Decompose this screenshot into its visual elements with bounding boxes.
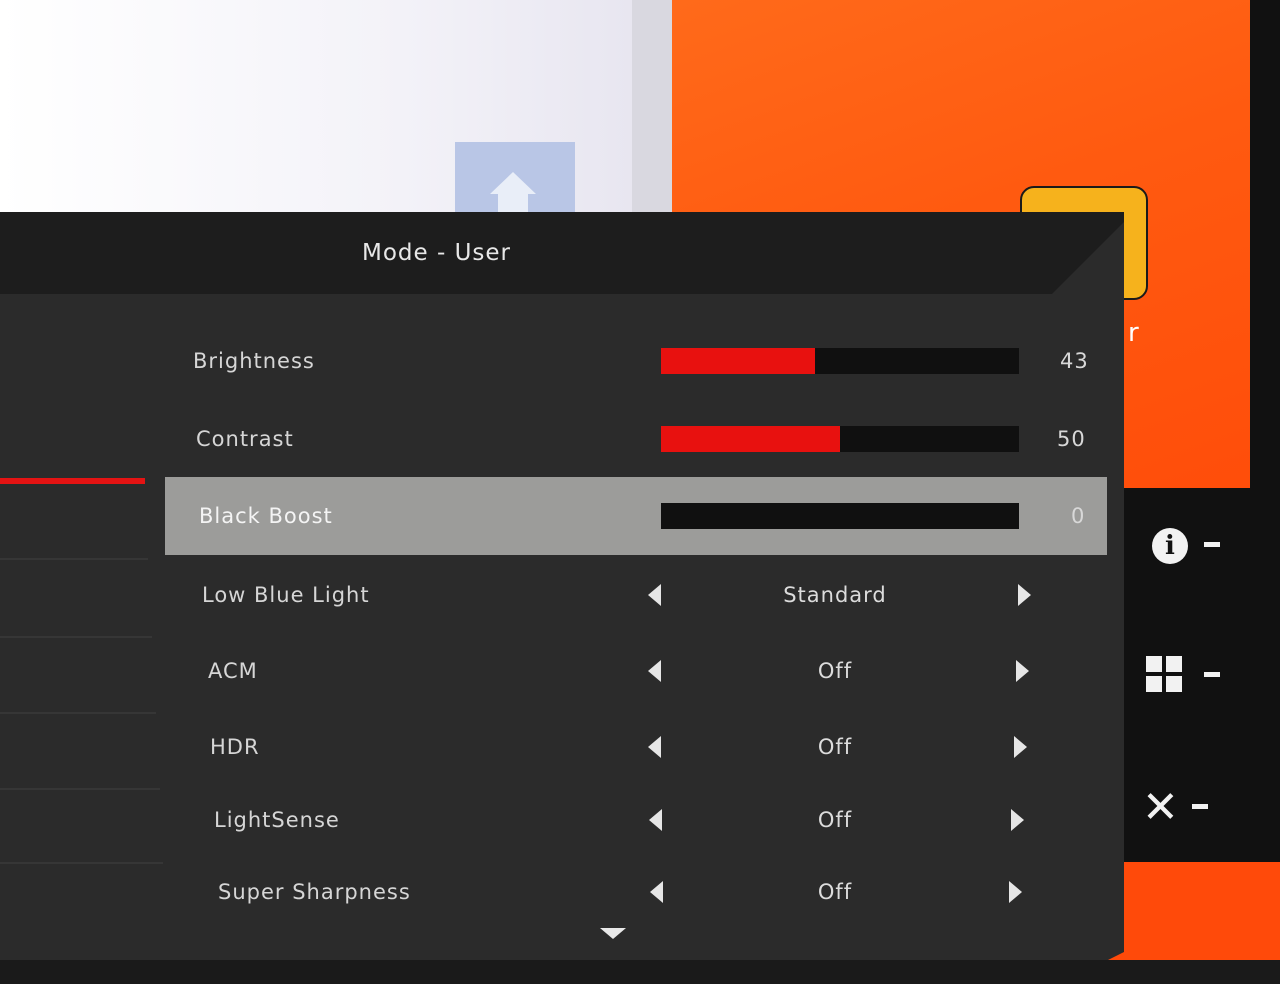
setting-value: Off bbox=[817, 808, 853, 832]
category-divider bbox=[0, 636, 152, 638]
arrow-left-icon[interactable] bbox=[648, 736, 661, 758]
setting-value: Off bbox=[817, 880, 853, 904]
slider-fill bbox=[661, 348, 815, 374]
setting-value: 43 bbox=[1060, 349, 1089, 373]
selected-category-indicator bbox=[0, 478, 145, 484]
arrow-left-icon[interactable] bbox=[648, 660, 661, 682]
setting-label: Black Boost bbox=[199, 504, 333, 528]
setting-value: Off bbox=[817, 659, 853, 683]
setting-label: Low Blue Light bbox=[202, 583, 370, 607]
arrow-right-icon[interactable] bbox=[1014, 736, 1027, 758]
arrow-right-icon[interactable] bbox=[1016, 660, 1029, 682]
osd-category-column: s to... bbox=[0, 294, 165, 960]
arrow-left-icon[interactable] bbox=[650, 881, 663, 903]
mode-button-hint[interactable] bbox=[1132, 646, 1272, 706]
setting-value: Standard bbox=[783, 583, 887, 607]
arrow-left-icon[interactable] bbox=[648, 584, 661, 606]
dash-icon bbox=[1204, 672, 1220, 677]
dash-icon bbox=[1204, 542, 1220, 547]
desktop-wallpaper-bottom bbox=[1108, 862, 1280, 960]
slider-fill bbox=[661, 426, 840, 452]
setting-value: 50 bbox=[1057, 427, 1086, 451]
scroll-down-icon[interactable] bbox=[600, 928, 626, 939]
contrast-slider[interactable] bbox=[661, 426, 1019, 452]
monitor-bezel bbox=[1250, 0, 1280, 488]
setting-label: Brightness bbox=[193, 349, 315, 373]
brightness-slider[interactable] bbox=[661, 348, 1019, 374]
setting-label: Contrast bbox=[196, 427, 294, 451]
setting-label: Super Sharpness bbox=[218, 880, 411, 904]
setting-row-brightness[interactable]: Brightness 43 bbox=[165, 322, 1107, 400]
window-edge bbox=[632, 0, 672, 215]
category-divider bbox=[0, 558, 148, 560]
desktop-icon-caption: r bbox=[1128, 318, 1139, 348]
setting-row-contrast[interactable]: Contrast 50 bbox=[165, 400, 1107, 478]
osd-header: Mode - User bbox=[0, 212, 1124, 294]
setting-row-acm[interactable]: ACM Off bbox=[165, 632, 1107, 710]
category-divider bbox=[0, 788, 160, 790]
arrow-right-icon[interactable] bbox=[1018, 584, 1031, 606]
osd-title: Mode - User bbox=[362, 240, 512, 266]
close-icon: ✕ bbox=[1142, 782, 1179, 833]
setting-label: LightSense bbox=[214, 808, 340, 832]
setting-row-low-blue-light[interactable]: Low Blue Light Standard bbox=[165, 556, 1107, 634]
arrow-right-icon[interactable] bbox=[1009, 881, 1022, 903]
setting-row-lightsense[interactable]: LightSense Off bbox=[165, 781, 1107, 859]
setting-row-hdr[interactable]: HDR Off bbox=[165, 708, 1107, 786]
setting-row-super-sharpness[interactable]: Super Sharpness Off bbox=[165, 853, 1107, 931]
osd-menu: Mode - User s to... Brightness 43 Contra… bbox=[0, 212, 1124, 960]
setting-label: ACM bbox=[208, 659, 258, 683]
info-icon: i bbox=[1152, 528, 1188, 564]
category-divider bbox=[0, 862, 163, 864]
close-button-hint[interactable]: ✕ bbox=[1132, 780, 1272, 840]
dash-icon bbox=[1192, 804, 1208, 809]
arrow-left-icon[interactable] bbox=[649, 809, 662, 831]
setting-value: 0 bbox=[1071, 504, 1086, 528]
setting-row-black-boost[interactable]: Black Boost 0 bbox=[165, 477, 1107, 555]
setting-label: HDR bbox=[210, 735, 260, 759]
arrow-right-icon[interactable] bbox=[1011, 809, 1024, 831]
category-divider bbox=[0, 712, 156, 714]
button-legend: i ✕ bbox=[1124, 488, 1280, 862]
grid-icon bbox=[1146, 656, 1186, 696]
setting-value: Off bbox=[817, 735, 853, 759]
black-boost-slider[interactable] bbox=[661, 503, 1019, 529]
home-icon bbox=[490, 172, 536, 215]
category-item-label: s to... bbox=[0, 962, 67, 984]
info-button-hint[interactable]: i bbox=[1132, 516, 1272, 576]
